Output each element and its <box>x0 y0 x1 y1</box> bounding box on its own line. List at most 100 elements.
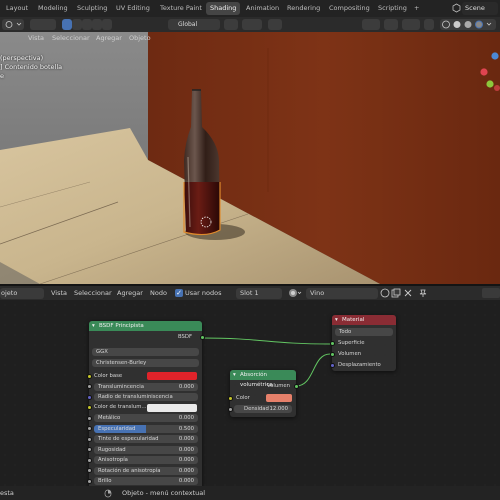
tab-sculpting[interactable]: Sculpting <box>73 2 111 15</box>
bsdf-slider-field[interactable]: Brillo 0.000 <box>94 477 198 485</box>
add-workspace-button[interactable]: + <box>410 2 423 15</box>
ne-menu-agregar[interactable]: Agregar <box>117 289 143 297</box>
overlays-button[interactable] <box>402 19 420 30</box>
material-name-field[interactable]: Vino <box>306 288 378 299</box>
bsdf-input-socket[interactable] <box>87 468 92 473</box>
tab-animation[interactable]: Animation <box>242 2 283 15</box>
bsdf-input-socket[interactable] <box>87 426 92 431</box>
bsdf-slider-field[interactable]: Rotación de anisotropía 0.000 <box>94 466 198 475</box>
bsdf-input-socket[interactable] <box>87 394 92 400</box>
menu-agregar[interactable]: Agregar <box>96 34 122 42</box>
use-nodes-checkbox[interactable]: ✓ <box>175 289 183 297</box>
ne-menu-vista[interactable]: Vista <box>51 289 67 297</box>
bsdf-input-label: Color base <box>94 372 123 379</box>
mouse-right-icon <box>104 489 112 498</box>
menu-seleccionar[interactable]: Seleccionar <box>52 34 90 42</box>
snap-button[interactable] <box>242 19 262 30</box>
absorption-node-header[interactable]: Absorción volumétrica <box>230 370 296 388</box>
shader-type-dropdown[interactable]: ojeto <box>0 288 44 299</box>
bsdf-input-socket[interactable] <box>87 478 92 484</box>
tab-compositing[interactable]: Compositing <box>325 2 374 15</box>
material-output-node[interactable]: Material Todo Superficie Volumen Desplaz… <box>330 315 396 371</box>
tab-texture-paint[interactable]: Texture Paint <box>156 2 206 15</box>
subsurface-method-dropdown[interactable]: Christensen-Burley <box>92 359 199 367</box>
output-target-dropdown[interactable]: Todo <box>335 328 393 336</box>
bsdf-slider-field[interactable]: Anisotropía 0.000 <box>94 456 198 464</box>
viewport-menu-bar: Vista Seleccionar Agregar Objeto <box>0 32 200 46</box>
visibility-button[interactable] <box>362 19 380 30</box>
scene-icon <box>452 3 461 13</box>
3d-viewport[interactable]: Vista Seleccionar Agregar Objeto (perspe… <box>0 32 500 284</box>
density-field[interactable]: Densidad 12.000 <box>234 405 292 413</box>
duplicate-material-icon[interactable] <box>391 288 401 298</box>
scene-selector[interactable]: Scene <box>462 2 498 15</box>
tab-modeling[interactable]: Modeling <box>34 2 72 15</box>
absorption-color-swatch[interactable] <box>266 394 292 402</box>
viewport-render <box>0 32 500 284</box>
select-mode-subtract[interactable] <box>82 19 92 30</box>
volume-absorption-node[interactable]: Absorción volumétrica Volumen Color Dens… <box>228 370 299 417</box>
principled-bsdf-node[interactable]: BSDF Principista BSDF GGX Christensen-Bu… <box>87 321 205 486</box>
bsdf-input-label: Anisotropía <box>98 457 128 463</box>
transform-orientation-dropdown[interactable]: Global <box>168 19 220 30</box>
volume-input-socket[interactable] <box>330 352 335 357</box>
tab-scripting[interactable]: Scripting <box>374 2 411 15</box>
slot-dropdown[interactable]: Slot 1 <box>236 288 282 299</box>
bsdf-slider-field[interactable]: Tinte de especularidad 0.000 <box>94 435 198 443</box>
editor-type-button[interactable] <box>2 19 24 30</box>
material-output-header[interactable]: Material <box>332 315 396 325</box>
bsdf-input-value: 0.000 <box>178 446 194 453</box>
node-editor-canvas[interactable]: BSDF Principista BSDF GGX Christensen-Bu… <box>0 300 500 486</box>
bsdf-input-socket[interactable] <box>87 373 92 379</box>
bsdf-input-socket[interactable] <box>87 447 92 452</box>
ne-menu-nodo[interactable]: Nodo <box>150 289 167 297</box>
bsdf-dropdown-field[interactable]: Radio de transluminiscencia <box>94 393 198 401</box>
sidebar-toggle-button[interactable] <box>482 288 500 298</box>
bsdf-input-socket[interactable] <box>87 436 92 442</box>
tab-rendering[interactable]: Rendering <box>283 2 324 15</box>
pin-icon[interactable] <box>418 288 428 298</box>
ne-menu-seleccionar[interactable]: Seleccionar <box>74 289 112 297</box>
bsdf-slider-field[interactable]: Translumincencia 0.000 <box>94 382 198 391</box>
fake-user-icon[interactable] <box>380 288 390 298</box>
bsdf-input-socket[interactable] <box>87 405 92 410</box>
bsdf-slider-field[interactable]: Metálico 0.000 <box>94 414 198 422</box>
xray-button[interactable] <box>424 19 434 30</box>
proportional-edit-button[interactable] <box>268 19 282 30</box>
bsdf-node-header[interactable]: BSDF Principista <box>89 321 202 331</box>
tab-shading[interactable]: Shading <box>206 2 241 15</box>
shading-mode-buttons[interactable] <box>440 19 496 30</box>
select-mode-extend[interactable] <box>72 19 82 30</box>
bsdf-input-label: Rotación de anisotropía <box>98 467 161 474</box>
bsdf-input-value: 0.000 <box>178 478 194 484</box>
distribution-dropdown[interactable]: GGX <box>92 348 199 356</box>
menu-objeto[interactable]: Objeto <box>129 34 151 42</box>
unlink-material-icon[interactable] <box>403 288 413 298</box>
pivot-point-button[interactable] <box>224 19 238 30</box>
absorption-density-socket[interactable] <box>228 407 233 412</box>
bsdf-color-swatch[interactable] <box>147 372 197 380</box>
bsdf-color-swatch[interactable] <box>147 403 197 412</box>
bsdf-output-socket[interactable] <box>200 335 205 340</box>
mode-selector[interactable] <box>30 19 56 30</box>
absorption-color-socket[interactable] <box>228 396 233 401</box>
bsdf-input-value: 0.000 <box>178 457 194 463</box>
bsdf-input-value: 0.000 <box>178 383 194 390</box>
select-mode-intersect[interactable] <box>102 19 112 30</box>
material-browse-icon[interactable] <box>288 288 302 298</box>
bsdf-slider-field[interactable]: Rugosidad 0.000 <box>94 445 198 454</box>
surface-input-socket[interactable] <box>330 341 335 346</box>
bsdf-input-socket[interactable] <box>87 457 92 463</box>
bsdf-input-socket[interactable] <box>87 415 92 421</box>
absorption-output-socket[interactable] <box>294 384 299 389</box>
tab-uv-editing[interactable]: UV Editing <box>112 2 154 15</box>
gizmo-button[interactable] <box>384 19 398 30</box>
tab-layout[interactable]: Layout <box>2 2 32 15</box>
menu-vista[interactable]: Vista <box>28 34 44 42</box>
bsdf-slider-field[interactable]: Especularidad 0.500 <box>94 424 198 433</box>
bsdf-input-socket[interactable] <box>87 384 92 389</box>
select-mode-box[interactable] <box>62 19 72 30</box>
displacement-input-socket[interactable] <box>330 363 335 368</box>
bsdf-input-label: Brillo <box>98 478 112 484</box>
select-mode-invert[interactable] <box>92 19 102 30</box>
